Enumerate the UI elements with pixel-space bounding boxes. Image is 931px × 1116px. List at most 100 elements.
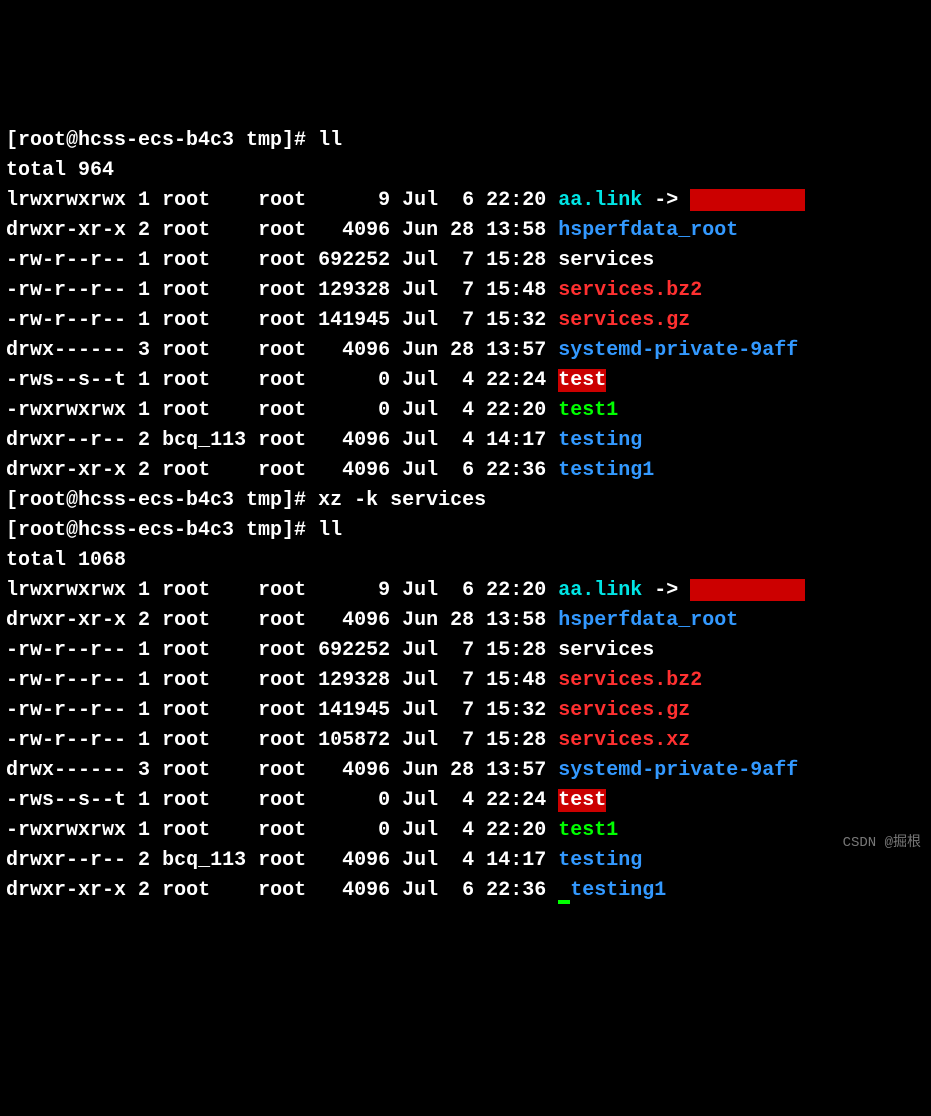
permissions: -rw-r--r-- xyxy=(6,249,126,272)
group: root xyxy=(258,819,306,842)
cursor-icon xyxy=(558,900,570,904)
filename: testing xyxy=(558,429,642,452)
size: 4096 xyxy=(318,759,390,782)
date: Jul 7 15:28 xyxy=(402,729,546,752)
link-count: 3 xyxy=(138,339,150,362)
permissions: drwxr-xr-x xyxy=(6,609,126,632)
date: Jul 6 22:20 xyxy=(402,579,546,602)
size: 692252 xyxy=(318,249,390,272)
date: Jul 4 22:20 xyxy=(402,819,546,842)
filename: services.bz2 xyxy=(558,279,702,302)
owner: root xyxy=(162,789,246,812)
size: 4096 xyxy=(318,609,390,632)
file-row: -rw-r--r-- 1 root root 105872 Jul 7 15:2… xyxy=(6,726,925,756)
owner: root xyxy=(162,399,246,422)
filename: test1 xyxy=(558,819,618,842)
link-count: 1 xyxy=(138,699,150,722)
group: root xyxy=(258,849,306,872)
filename: systemd-private-9aff xyxy=(558,339,798,362)
file-row: -rwxrwxrwx 1 root root 0 Jul 4 22:20 tes… xyxy=(6,816,925,846)
date: Jul 7 15:48 xyxy=(402,279,546,302)
prompt-line[interactable]: [root@hcss-ecs-b4c3 tmp]# ll xyxy=(6,516,925,546)
size: 4096 xyxy=(318,459,390,482)
size: 4096 xyxy=(318,339,390,362)
filename: services xyxy=(558,249,654,272)
size: 129328 xyxy=(318,669,390,692)
filename: test xyxy=(558,369,606,392)
file-row: drwxr-xr-x 2 root root 4096 Jul 6 22:36 … xyxy=(6,456,925,486)
filename: test1 xyxy=(558,399,618,422)
link-count: 1 xyxy=(138,729,150,752)
filename: services.gz xyxy=(558,309,690,332)
owner: root xyxy=(162,729,246,752)
permissions: drwxr--r-- xyxy=(6,849,126,872)
filename: testing1 xyxy=(570,879,666,902)
file-row: drwxr--r-- 2 bcq_113 root 4096 Jul 4 14:… xyxy=(6,426,925,456)
date: Jun 28 13:57 xyxy=(402,759,546,782)
date: Jul 6 22:36 xyxy=(402,459,546,482)
group: root xyxy=(258,459,306,482)
date: Jul 4 22:20 xyxy=(402,399,546,422)
filename: aa.link xyxy=(558,579,642,602)
size: 0 xyxy=(318,369,390,392)
link-count: 1 xyxy=(138,399,150,422)
symlink-arrow: -> xyxy=(642,189,690,212)
terminal-output[interactable]: [root@hcss-ecs-b4c3 tmp]# lltotal 964lrw… xyxy=(6,126,925,906)
permissions: -rws--s--t xyxy=(6,369,126,392)
command: ll xyxy=(318,519,342,542)
permissions: drwxr-xr-x xyxy=(6,459,126,482)
date: Jul 4 22:24 xyxy=(402,369,546,392)
group: root xyxy=(258,879,306,902)
link-count: 2 xyxy=(138,429,150,452)
permissions: -rw-r--r-- xyxy=(6,669,126,692)
prompt: [root@hcss-ecs-b4c3 tmp]# xyxy=(6,129,318,152)
size: 0 xyxy=(318,819,390,842)
file-row: -rw-r--r-- 1 root root 129328 Jul 7 15:4… xyxy=(6,666,925,696)
group: root xyxy=(258,759,306,782)
group: root xyxy=(258,789,306,812)
group: root xyxy=(258,699,306,722)
group: root xyxy=(258,639,306,662)
owner: root xyxy=(162,819,246,842)
owner: root xyxy=(162,879,246,902)
permissions: drwx------ xyxy=(6,759,126,782)
file-row: -rw-r--r-- 1 root root 692252 Jul 7 15:2… xyxy=(6,246,925,276)
permissions: drwxr-xr-x xyxy=(6,879,126,902)
redacted-box xyxy=(690,579,805,601)
owner: root xyxy=(162,369,246,392)
link-count: 3 xyxy=(138,759,150,782)
file-row: -rw-r--r-- 1 root root 692252 Jul 7 15:2… xyxy=(6,636,925,666)
file-row: -rw-r--r-- 1 root root 141945 Jul 7 15:3… xyxy=(6,306,925,336)
group: root xyxy=(258,309,306,332)
group: root xyxy=(258,339,306,362)
owner: root xyxy=(162,189,246,212)
filename: hsperfdata_root xyxy=(558,609,738,632)
permissions: -rw-r--r-- xyxy=(6,639,126,662)
permissions: -rw-r--r-- xyxy=(6,309,126,332)
file-row: drwxr-xr-x 2 root root 4096 Jul 6 22:36 … xyxy=(6,876,925,906)
size: 141945 xyxy=(318,309,390,332)
filename: services.bz2 xyxy=(558,669,702,692)
prompt: [root@hcss-ecs-b4c3 tmp]# xyxy=(6,489,318,512)
prompt-line[interactable]: [root@hcss-ecs-b4c3 tmp]# xz -k services xyxy=(6,486,925,516)
owner: root xyxy=(162,759,246,782)
permissions: lrwxrwxrwx xyxy=(6,189,126,212)
size: 9 xyxy=(318,189,390,212)
link-count: 1 xyxy=(138,249,150,272)
symlink-arrow: -> xyxy=(642,579,690,602)
date: Jul 6 22:20 xyxy=(402,189,546,212)
permissions: -rw-r--r-- xyxy=(6,729,126,752)
size: 105872 xyxy=(318,729,390,752)
owner: root xyxy=(162,279,246,302)
date: Jul 7 15:48 xyxy=(402,669,546,692)
filename: services xyxy=(558,639,654,662)
size: 129328 xyxy=(318,279,390,302)
date: Jul 4 14:17 xyxy=(402,429,546,452)
size: 4096 xyxy=(318,429,390,452)
date: Jul 7 15:32 xyxy=(402,699,546,722)
prompt-line[interactable]: [root@hcss-ecs-b4c3 tmp]# ll xyxy=(6,126,925,156)
filename: testing xyxy=(558,849,642,872)
group: root xyxy=(258,189,306,212)
file-row: -rws--s--t 1 root root 0 Jul 4 22:24 tes… xyxy=(6,366,925,396)
link-count: 1 xyxy=(138,789,150,812)
